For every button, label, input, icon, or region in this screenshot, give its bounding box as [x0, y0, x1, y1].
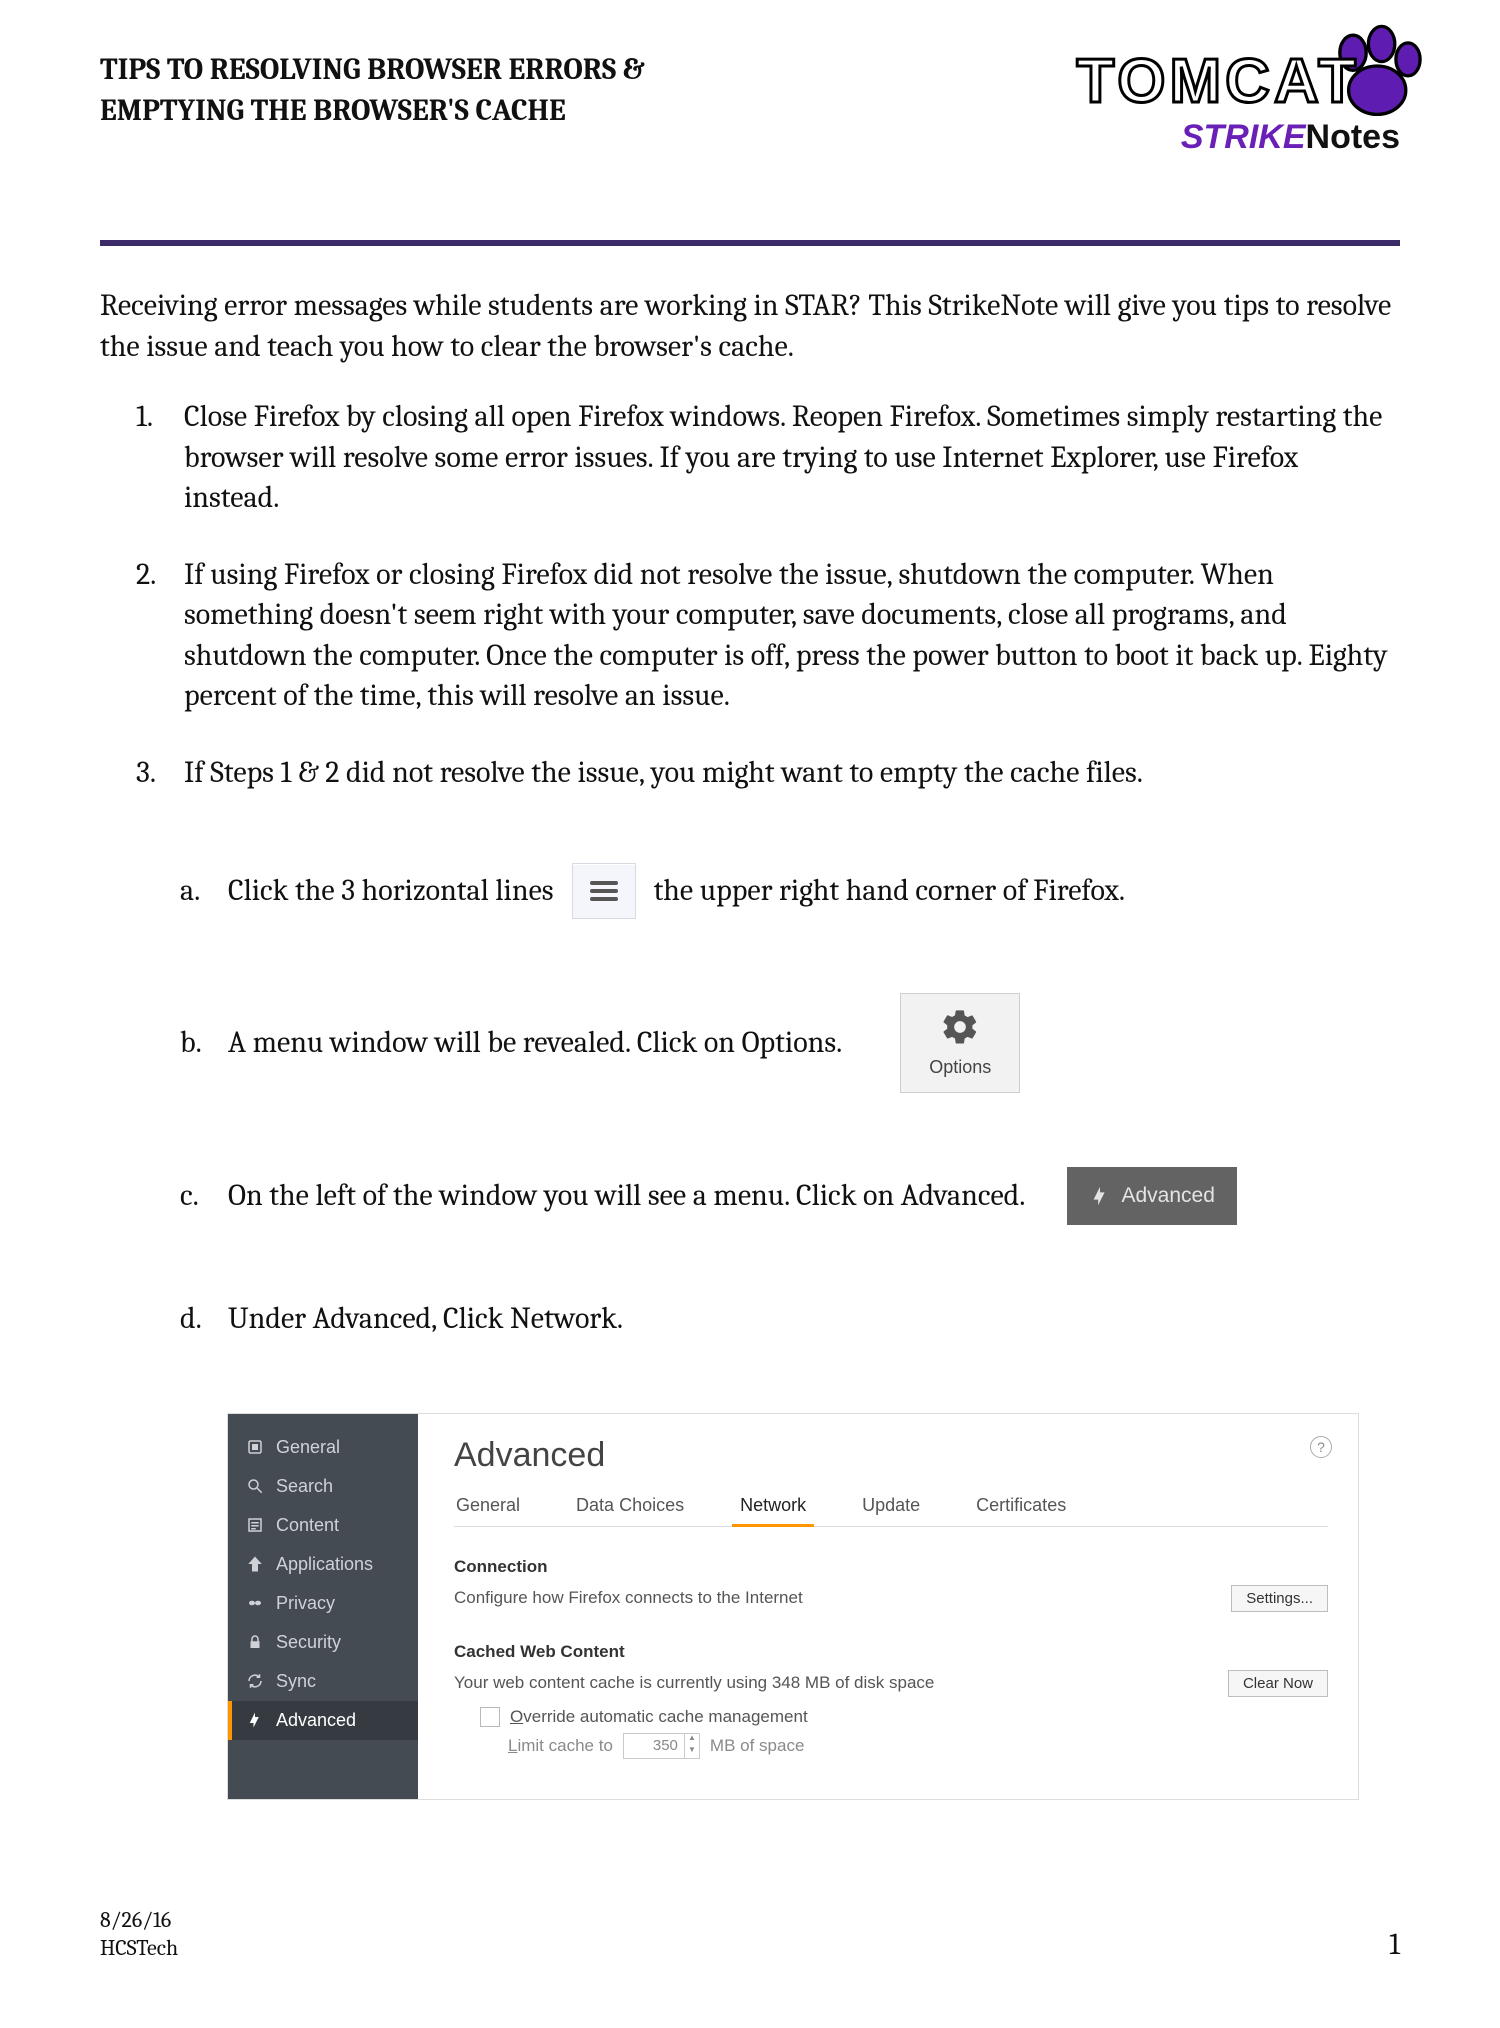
firefox-options-panel: General Search Content Applications Priv… [228, 1414, 1358, 1799]
footer-date: 8/26/16 [100, 1907, 178, 1935]
override-cache-label: Override automatic cache management [510, 1707, 808, 1727]
override-cache-checkbox[interactable] [480, 1707, 500, 1727]
substep-a-text-after: the upper right hand corner of Firefox. [654, 871, 1126, 912]
substep-a: Click the 3 horizontal lines the upper r… [228, 863, 1400, 919]
substep-b-text: A menu window will be revealed. Click on… [228, 1023, 842, 1064]
substep-c: On the left of the window you will see a… [228, 1167, 1400, 1225]
security-icon [246, 1633, 264, 1651]
connection-description: Configure how Firefox connects to the In… [454, 1588, 803, 1608]
advanced-sidebar-chip[interactable]: Advanced [1067, 1167, 1236, 1225]
firefox-options-sidebar: General Search Content Applications Priv… [228, 1414, 418, 1799]
page-number: 1 [1389, 1927, 1400, 1962]
tab-general[interactable]: General [454, 1489, 522, 1526]
advanced-tabs: General Data Choices Network Update Cert… [454, 1489, 1328, 1527]
sidebar-item-label: Sync [276, 1671, 316, 1692]
step-1: Close Firefox by closing all open Firefo… [184, 397, 1400, 519]
content-icon [246, 1516, 264, 1534]
step-2: If using Firefox or closing Firefox did … [184, 555, 1400, 717]
panel-title: Advanced [454, 1436, 1328, 1475]
logo-word-notes: Notes [1306, 118, 1400, 156]
hamburger-icon[interactable] [572, 863, 636, 919]
sidebar-item-label: Content [276, 1515, 339, 1536]
sidebar-item-content[interactable]: Content [228, 1506, 418, 1545]
search-icon [246, 1477, 264, 1495]
cached-web-content-heading: Cached Web Content [454, 1642, 1328, 1662]
substep-a-text-before: Click the 3 horizontal lines [228, 871, 554, 912]
clear-now-button[interactable]: Clear Now [1228, 1670, 1328, 1697]
advanced-icon [1089, 1185, 1111, 1207]
page-footer: 8/26/16 HCSTech 1 [100, 1907, 1400, 1962]
title-line-2: EMPTYING THE BROWSER'S CACHE [100, 93, 566, 128]
substep-d: Under Advanced, Click Network. [228, 1299, 1400, 1340]
limit-cache-value: 350 [624, 1734, 684, 1758]
step-3: If Steps 1 & 2 did not resolve the issue… [184, 753, 1400, 794]
sidebar-item-general[interactable]: General [228, 1428, 418, 1467]
advanced-icon [246, 1711, 264, 1729]
tab-network[interactable]: Network [738, 1489, 808, 1526]
firefox-options-main: ? Advanced General Data Choices Network … [418, 1414, 1358, 1799]
general-icon [246, 1438, 264, 1456]
limit-cache-unit: MB of space [710, 1736, 805, 1756]
tab-data-choices[interactable]: Data Choices [574, 1489, 686, 1526]
sidebar-item-label: Advanced [276, 1710, 356, 1731]
sidebar-item-label: Search [276, 1476, 333, 1497]
sidebar-item-label: Privacy [276, 1593, 335, 1614]
sidebar-item-advanced[interactable]: Advanced [228, 1701, 418, 1740]
spin-down-icon[interactable]: ▼ [685, 1746, 699, 1758]
help-icon[interactable]: ? [1310, 1436, 1332, 1458]
options-button[interactable]: Options [900, 993, 1020, 1093]
header-separator [100, 240, 1400, 246]
advanced-sidebar-chip-label: Advanced [1121, 1182, 1214, 1210]
tomcat-strikenotes-logo: TOMCAT STRIKENotes [1040, 40, 1400, 180]
limit-cache-label: Limit cache to [508, 1736, 613, 1756]
connection-heading: Connection [454, 1557, 1328, 1577]
title-line-1: TIPS TO RESOLVING BROWSER ERRORS & [100, 52, 645, 87]
cache-size-description: Your web content cache is currently usin… [454, 1673, 934, 1693]
gear-icon [940, 1007, 980, 1047]
sidebar-item-search[interactable]: Search [228, 1467, 418, 1506]
sync-icon [246, 1672, 264, 1690]
spin-up-icon[interactable]: ▲ [685, 1734, 699, 1746]
substep-c-text: On the left of the window you will see a… [228, 1176, 1025, 1217]
logo-word-strike: STRIKE [1181, 118, 1306, 156]
sidebar-item-applications[interactable]: Applications [228, 1545, 418, 1584]
override-cache-checkbox-row[interactable]: Override automatic cache management [480, 1707, 1328, 1727]
limit-cache-spinbox[interactable]: 350 ▲▼ [623, 1733, 700, 1759]
document-title: TIPS TO RESOLVING BROWSER ERRORS & EMPTY… [100, 50, 645, 131]
substep-d-text: Under Advanced, Click Network. [228, 1299, 623, 1340]
sidebar-item-sync[interactable]: Sync [228, 1662, 418, 1701]
sidebar-item-label: General [276, 1437, 340, 1458]
sidebar-item-security[interactable]: Security [228, 1623, 418, 1662]
sidebar-item-privacy[interactable]: Privacy [228, 1584, 418, 1623]
options-button-label: Options [929, 1055, 991, 1079]
intro-paragraph: Receiving error messages while students … [100, 286, 1400, 367]
substep-b: A menu window will be revealed. Click on… [228, 993, 1400, 1093]
tab-certificates[interactable]: Certificates [974, 1489, 1068, 1526]
footer-author: HCSTech [100, 1935, 178, 1963]
tab-update[interactable]: Update [860, 1489, 922, 1526]
settings-button[interactable]: Settings... [1231, 1585, 1328, 1612]
applications-icon [246, 1555, 264, 1573]
sidebar-item-label: Security [276, 1632, 341, 1653]
sidebar-item-label: Applications [276, 1554, 373, 1575]
logo-word-tomcat: TOMCAT [1040, 46, 1360, 117]
logo-word-strikenotes: STRIKENotes [1040, 118, 1400, 157]
privacy-icon [246, 1594, 264, 1612]
